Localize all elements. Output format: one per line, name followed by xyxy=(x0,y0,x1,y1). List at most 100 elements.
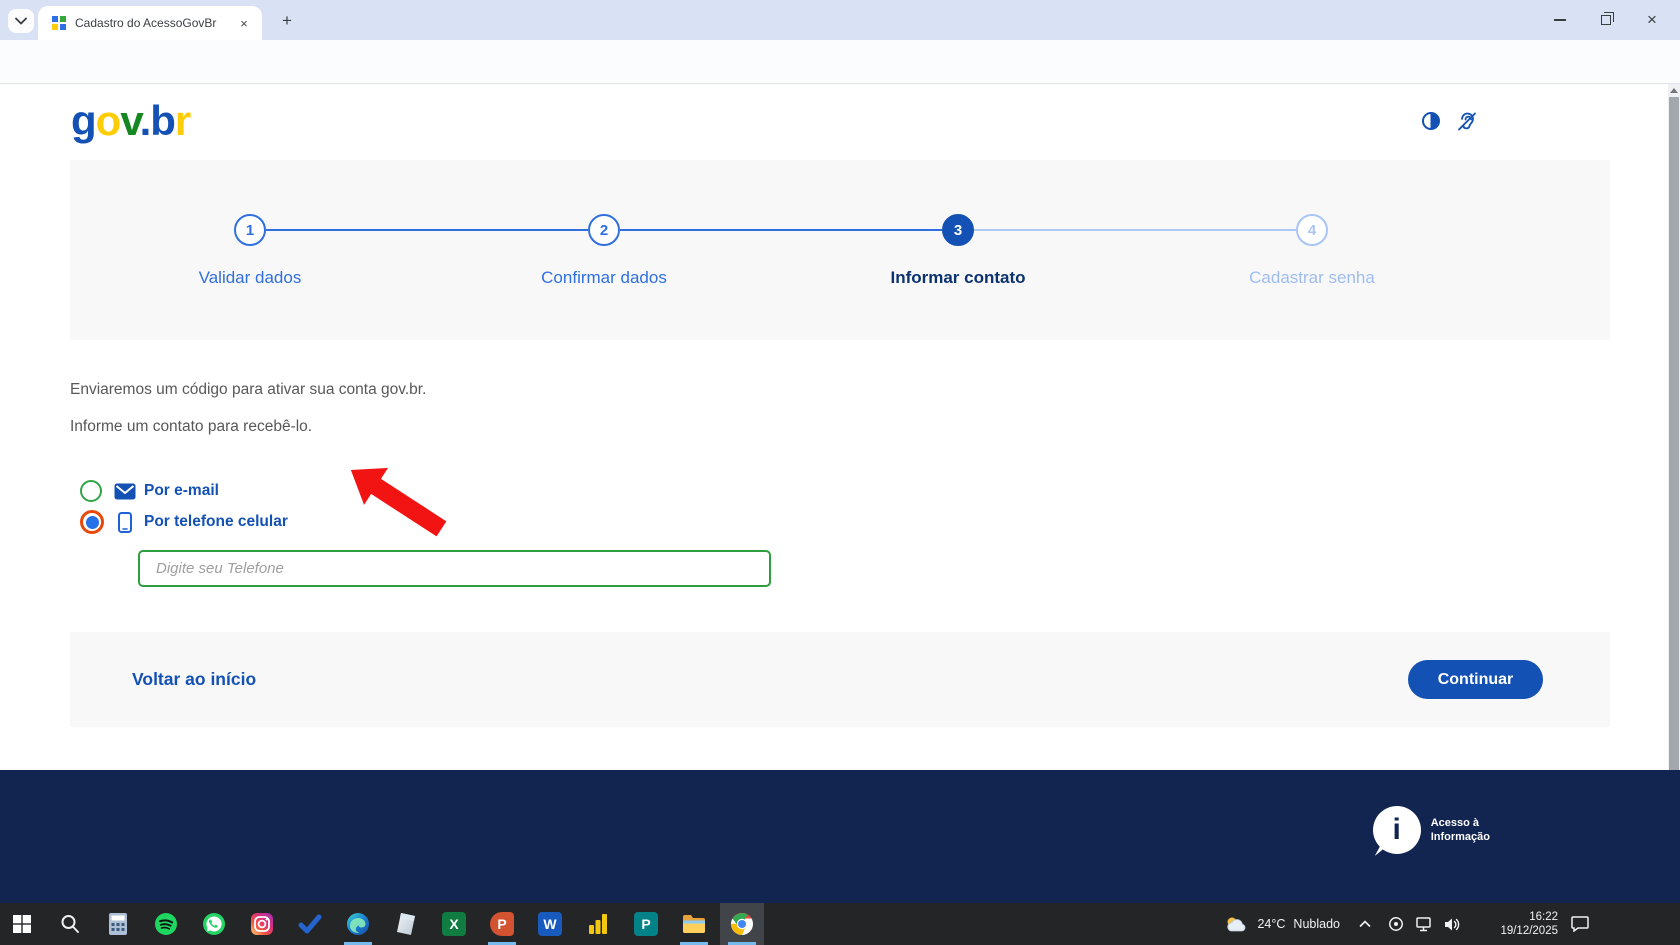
email-option-label[interactable]: Por e-mail xyxy=(144,482,219,500)
continue-button[interactable]: Continuar xyxy=(1408,660,1543,699)
tab-title: Cadastro do AcessoGovBr xyxy=(75,16,236,30)
taskbar-excel[interactable]: X xyxy=(432,903,476,945)
step-3-label: Informar contato xyxy=(808,268,1108,288)
spotify-icon xyxy=(154,912,178,936)
option-email[interactable]: Por e-mail xyxy=(80,480,219,502)
taskbar-weather[interactable]: 24°C Nublado xyxy=(1225,903,1340,945)
screen: Cadastro do AcessoGovBr × + × cadastro.s… xyxy=(0,0,1680,945)
access-to-information-badge[interactable]: i Acesso à Informação xyxy=(1373,806,1490,854)
browser-tab-strip: Cadastro do AcessoGovBr × + × xyxy=(0,0,1680,40)
access-badge-text: Acesso à Informação xyxy=(1431,816,1490,844)
taskbar-powerbi[interactable] xyxy=(576,903,620,945)
taskbar-spotify[interactable] xyxy=(144,903,188,945)
powerbi-icon xyxy=(587,913,609,935)
phone-icon-wrap xyxy=(114,512,136,533)
meet-now-icon xyxy=(1388,916,1404,932)
notepad-icon xyxy=(395,912,417,936)
taskbar-clock[interactable]: 16:22 19/12/2025 xyxy=(1500,903,1558,945)
stepper-connector-1 xyxy=(266,229,588,231)
windows-start-icon xyxy=(12,914,32,934)
calculator-icon xyxy=(108,912,128,936)
network-icon xyxy=(1416,917,1433,932)
taskbar-edge[interactable] xyxy=(336,903,380,945)
taskbar-todo[interactable] xyxy=(288,903,332,945)
whatsapp-icon xyxy=(202,912,226,936)
taskbar-publisher[interactable]: P xyxy=(624,903,668,945)
stepper-connector-2 xyxy=(620,229,942,231)
file-explorer-icon xyxy=(682,914,706,934)
taskbar-powerpoint[interactable]: P xyxy=(480,903,524,945)
edge-icon xyxy=(346,912,370,936)
mobile-phone-icon xyxy=(118,512,132,533)
browser-tab[interactable]: Cadastro do AcessoGovBr × xyxy=(38,6,262,40)
window-restore-button[interactable] xyxy=(1596,10,1616,30)
taskbar-whatsapp[interactable] xyxy=(192,903,236,945)
action-center-button[interactable] xyxy=(1566,903,1594,945)
govbr-footer: i Acesso à Informação xyxy=(0,770,1680,903)
taskbar-file-explorer[interactable] xyxy=(672,903,716,945)
tray-volume[interactable] xyxy=(1440,903,1464,945)
email-icon-wrap xyxy=(114,483,136,500)
new-tab-button[interactable]: + xyxy=(276,10,298,32)
excel-icon: X xyxy=(442,912,466,936)
todo-check-icon xyxy=(298,914,322,934)
back-to-start-link[interactable]: Voltar ao início xyxy=(132,632,256,727)
header-tools xyxy=(1422,110,1478,132)
phone-option-label[interactable]: Por telefone celular xyxy=(144,513,288,531)
step-2-label: Confirmar dados xyxy=(454,268,754,288)
powerpoint-icon: P xyxy=(490,912,514,936)
phone-input[interactable] xyxy=(138,550,771,587)
cloudy-weather-icon xyxy=(1225,915,1249,933)
windows-taskbar: X P W P 24°C Nublado xyxy=(0,903,1680,945)
taskbar-calculator[interactable] xyxy=(96,903,140,945)
taskbar-chrome[interactable] xyxy=(720,903,764,945)
chevron-up-icon xyxy=(1359,920,1371,928)
govbr-logo: gov.br xyxy=(71,97,190,145)
step-3-circle: 3 xyxy=(942,214,974,246)
govbr-favicon xyxy=(52,16,66,30)
option-phone[interactable]: Por telefone celular xyxy=(80,510,288,534)
start-button[interactable] xyxy=(0,903,44,945)
tray-expand-button[interactable] xyxy=(1355,903,1375,945)
step-1-circle: 1 xyxy=(234,214,266,246)
email-radio[interactable] xyxy=(80,480,102,502)
phone-radio-selected[interactable] xyxy=(80,510,104,534)
stepper-connector-3 xyxy=(974,229,1296,231)
tab-close-icon[interactable]: × xyxy=(236,15,252,31)
window-close-button[interactable]: × xyxy=(1642,10,1662,30)
window-minimize-button[interactable] xyxy=(1550,10,1570,30)
step-2-circle: 2 xyxy=(588,214,620,246)
weather-condition: Nublado xyxy=(1293,917,1340,931)
intro-text-line2: Informe um contato para recebê-lo. xyxy=(70,418,312,436)
taskbar-word[interactable]: W xyxy=(528,903,572,945)
weather-temperature: 24°C xyxy=(1257,917,1285,931)
search-icon xyxy=(60,914,80,934)
instagram-icon xyxy=(250,912,274,936)
volume-icon xyxy=(1444,917,1461,932)
tray-network[interactable] xyxy=(1412,903,1436,945)
tab-search-button[interactable] xyxy=(8,9,34,33)
contrast-toggle-icon[interactable] xyxy=(1422,112,1440,130)
govbr-header: gov.br xyxy=(0,84,1668,160)
form-actions: Voltar ao início Continuar xyxy=(70,632,1610,727)
step-1-label: Validar dados xyxy=(100,268,400,288)
browser-toolbar: cadastro.staging.acesso.gov.br/cadastro/… xyxy=(0,40,1680,84)
accessibility-ear-icon[interactable] xyxy=(1456,110,1478,132)
chevron-down-icon xyxy=(15,17,27,25)
wizard-stepper: 1 2 3 4 Validar dados Confirmar dados In… xyxy=(70,160,1610,340)
publisher-icon: P xyxy=(634,912,658,936)
word-icon: W xyxy=(538,912,562,936)
taskbar-search-button[interactable] xyxy=(48,903,92,945)
taskbar-notepad[interactable] xyxy=(384,903,428,945)
clock-time: 16:22 xyxy=(1529,910,1558,924)
info-bubble-icon: i xyxy=(1373,806,1421,854)
intro-text-line1: Enviaremos um código para ativar sua con… xyxy=(70,381,426,399)
step-4-label: Cadastrar senha xyxy=(1162,268,1462,288)
scrollbar-thumb[interactable] xyxy=(1669,97,1679,863)
scroll-up-arrow[interactable] xyxy=(1668,84,1680,96)
clock-date: 19/12/2025 xyxy=(1500,924,1558,938)
taskbar-instagram[interactable] xyxy=(240,903,284,945)
tray-meet-now[interactable] xyxy=(1384,903,1408,945)
info-icon: i xyxy=(1393,813,1401,847)
red-arrow-annotation xyxy=(332,450,462,550)
